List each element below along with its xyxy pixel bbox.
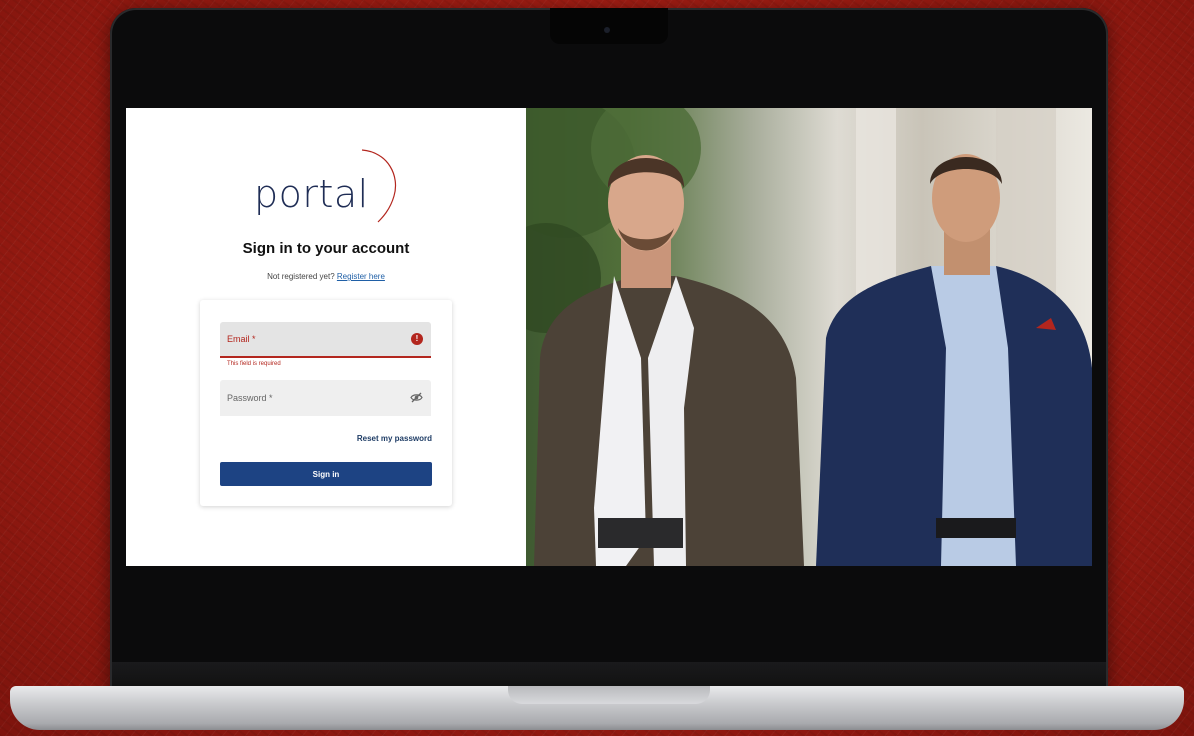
laptop-bezel xyxy=(112,662,1106,688)
camera-notch xyxy=(550,8,668,44)
portal-logo: portal xyxy=(254,172,369,216)
password-field[interactable]: Password * xyxy=(220,380,431,416)
laptop-opening-notch xyxy=(508,686,710,704)
email-error-message: This field is required xyxy=(227,361,281,367)
email-label: Email * xyxy=(227,334,256,344)
register-line: Not registered yet? Register here xyxy=(126,272,526,281)
login-card: Email * ! This field is required Passwor… xyxy=(200,300,452,506)
camera-icon xyxy=(604,27,610,33)
sign-in-button[interactable]: Sign in xyxy=(220,462,432,486)
hero-photo xyxy=(526,108,1092,566)
hero-photo-illustration xyxy=(526,108,1092,566)
email-field[interactable]: Email * ! xyxy=(220,322,431,358)
register-link[interactable]: Register here xyxy=(337,272,385,281)
error-icon: ! xyxy=(411,333,423,345)
eye-off-icon[interactable] xyxy=(410,392,423,403)
logo-arc xyxy=(361,149,396,223)
page-title: Sign in to your account xyxy=(242,240,410,257)
password-label: Password * xyxy=(227,393,273,403)
login-panel: portal Sign in to your account Not regis… xyxy=(126,108,526,566)
reset-password-link[interactable]: Reset my password xyxy=(357,434,432,443)
laptop-screen: portal Sign in to your account Not regis… xyxy=(126,108,1092,566)
register-prompt: Not registered yet? xyxy=(267,272,335,281)
